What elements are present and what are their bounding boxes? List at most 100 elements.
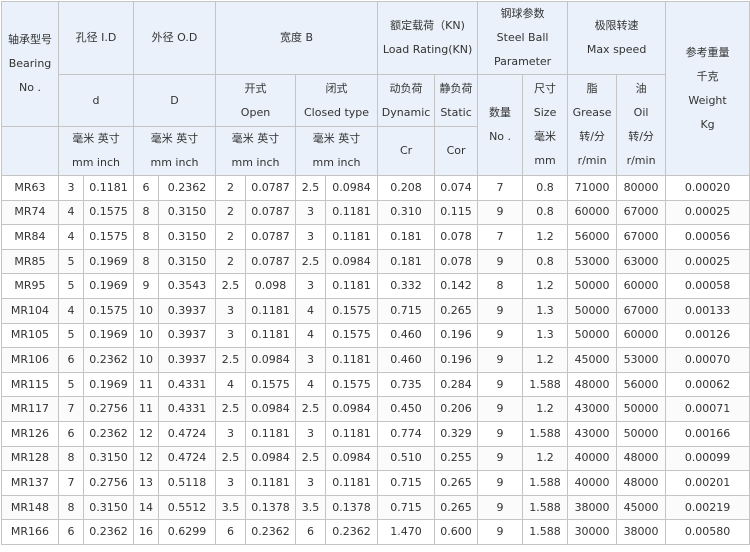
cell-dynamic-load: 0.460 <box>377 347 436 373</box>
cell-id-inch: 0.1575 <box>83 224 134 250</box>
table-row: MR106 6 0.2362 10 0.3937 2.5 0.0984 3 0.1181 0.46… <box>1 347 750 373</box>
cell-ball-size: 1.588 <box>522 519 569 545</box>
cell-weight: 0.00099 <box>665 445 750 472</box>
cell-id-mm: 4 <box>58 297 84 324</box>
cell-ball-size: 1.3 <box>522 322 569 349</box>
cell-closed-width-mm: 3 <box>295 470 326 496</box>
cell-open-width-inch: 0.0984 <box>245 347 296 373</box>
cell-open-width-inch: 0.0787 <box>245 199 296 226</box>
cell-open-width-mm: 3 <box>215 297 246 324</box>
table-row: MR117 7 0.2756 11 0.4331 2.5 0.0984 2.5 0.0984 0.… <box>1 396 750 422</box>
header-oil-speed: 油 Oil 转/分 r/min <box>616 74 667 176</box>
cell-id-mm: 7 <box>58 470 84 496</box>
cell-dynamic-load: 0.715 <box>377 470 436 496</box>
cell-closed-width-inch: 0.1575 <box>324 371 379 398</box>
cell-od-inch: 0.4331 <box>158 396 216 422</box>
cell-ball-size: 0.8 <box>522 199 569 226</box>
cell-static-load: 0.265 <box>434 297 479 324</box>
cell-static-load: 0.115 <box>434 199 479 226</box>
cell-weight: 0.00025 <box>665 199 750 226</box>
cell-static-load: 0.255 <box>434 445 479 472</box>
cell-dynamic-load: 0.332 <box>377 273 436 299</box>
header-grease-speed: 脂 Grease 转/分 r/min <box>567 74 618 176</box>
cell-od-inch: 0.3937 <box>158 347 216 373</box>
cell-open-width-mm: 2.5 <box>215 445 246 472</box>
cell-dynamic-load: 0.715 <box>377 297 436 324</box>
cell-closed-width-inch: 0.1181 <box>324 420 379 447</box>
cell-open-width-inch: 0.0787 <box>245 175 296 201</box>
cell-oil-speed: 60000 <box>616 322 667 349</box>
cell-id-mm: 4 <box>58 199 84 226</box>
cell-od-mm: 10 <box>133 322 159 349</box>
header-id-symbol: d <box>58 74 134 127</box>
cell-id-inch: 0.1969 <box>83 248 134 275</box>
cell-grease-speed: 50000 <box>567 297 618 324</box>
header-od-symbol: D <box>133 74 216 127</box>
cell-id-mm: 5 <box>58 322 84 349</box>
table-body: MR63 3 0.1181 6 0.2362 2 0.0787 2.5 0.0984 0.208 0… <box>1 175 750 545</box>
cell-grease-speed: 50000 <box>567 322 618 349</box>
cell-static-load: 0.078 <box>434 248 479 275</box>
cell-open-width-mm: 2 <box>215 224 246 250</box>
cell-bearing-no: MR166 <box>1 519 59 545</box>
cell-closed-width-inch: 0.1575 <box>324 297 379 324</box>
table-row: MR85 5 0.1969 8 0.3150 2 0.0787 2.5 0.0984 0.181 0… <box>1 248 750 275</box>
cell-od-mm: 14 <box>133 494 159 521</box>
cell-id-mm: 5 <box>58 248 84 275</box>
cell-od-mm: 13 <box>133 470 159 496</box>
cell-closed-width-mm: 4 <box>295 297 326 324</box>
table-row: MR105 5 0.1969 10 0.3937 3 0.1181 4 0.1575 0.460 0… <box>1 322 750 349</box>
cell-open-width-mm: 3 <box>215 420 246 447</box>
cell-ball-count: 9 <box>477 248 524 275</box>
cell-oil-speed: 45000 <box>616 494 667 521</box>
cell-dynamic-load: 0.181 <box>377 248 436 275</box>
cell-weight: 0.00056 <box>665 224 750 250</box>
table-row: MR74 4 0.1575 8 0.3150 2 0.0787 3 0.1181 0.310 0.1… <box>1 199 750 226</box>
cell-grease-speed: 71000 <box>567 175 618 201</box>
cell-bearing-no: MR128 <box>1 445 59 472</box>
cell-open-width-mm: 2.5 <box>215 273 246 299</box>
cell-static-load: 0.078 <box>434 224 479 250</box>
cell-closed-width-inch: 0.0984 <box>324 445 379 472</box>
cell-ball-count: 7 <box>477 175 524 201</box>
cell-ball-size: 0.8 <box>522 248 569 275</box>
cell-od-inch: 0.3150 <box>158 248 216 275</box>
cell-closed-width-inch: 0.1181 <box>324 470 379 496</box>
cell-ball-count: 7 <box>477 224 524 250</box>
cell-ball-count: 9 <box>477 347 524 373</box>
cell-od-inch: 0.3937 <box>158 322 216 349</box>
cell-bearing-no: MR105 <box>1 322 59 349</box>
cell-bearing-no: MR63 <box>1 175 59 201</box>
cell-grease-speed: 30000 <box>567 519 618 545</box>
cell-weight: 0.00020 <box>665 175 750 201</box>
cell-open-width-inch: 0.1181 <box>245 420 296 447</box>
cell-oil-speed: 50000 <box>616 396 667 422</box>
table-row: MR128 8 0.3150 12 0.4724 2.5 0.0984 2.5 0.0984 0.… <box>1 445 750 472</box>
cell-od-inch: 0.4331 <box>158 371 216 398</box>
cell-id-inch: 0.1575 <box>83 297 134 324</box>
header-unit-open: 毫米 英寸 mm inch <box>215 126 296 176</box>
cell-closed-width-inch: 0.2362 <box>324 519 379 545</box>
cell-ball-size: 1.588 <box>522 371 569 398</box>
table-row: MR104 4 0.1575 10 0.3937 3 0.1181 4 0.1575 0.715 0… <box>1 297 750 324</box>
cell-od-mm: 12 <box>133 445 159 472</box>
cell-od-inch: 0.4724 <box>158 445 216 472</box>
table-row: MR148 8 0.3150 14 0.5512 3.5 0.1378 3.5 0.1378 0.… <box>1 494 750 521</box>
cell-grease-speed: 40000 <box>567 470 618 496</box>
cell-open-width-inch: 0.1378 <box>245 494 296 521</box>
cell-id-mm: 8 <box>58 445 84 472</box>
cell-bearing-no: MR126 <box>1 420 59 447</box>
cell-open-width-mm: 6 <box>215 519 246 545</box>
cell-closed-width-mm: 2.5 <box>295 248 326 275</box>
cell-closed-width-mm: 6 <box>295 519 326 545</box>
table-row: MR95 5 0.1969 9 0.3543 2.5 0.098 3 0.1181 0.332 0.… <box>1 273 750 299</box>
cell-open-width-mm: 2 <box>215 199 246 226</box>
cell-grease-speed: 40000 <box>567 445 618 472</box>
cell-weight: 0.00058 <box>665 273 750 299</box>
cell-od-mm: 11 <box>133 396 159 422</box>
cell-open-width-mm: 2 <box>215 248 246 275</box>
cell-open-width-mm: 4 <box>215 371 246 398</box>
cell-open-width-mm: 3.5 <box>215 494 246 521</box>
cell-od-inch: 0.5512 <box>158 494 216 521</box>
cell-oil-speed: 63000 <box>616 248 667 275</box>
